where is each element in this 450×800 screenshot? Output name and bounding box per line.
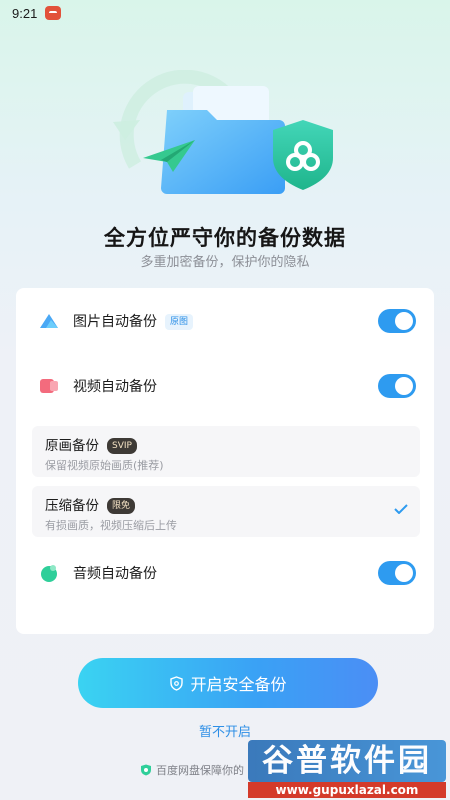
status-bar: 9:21 <box>0 0 450 26</box>
backup-options-card: 图片自动备份 原图 视频自动备份 原画备份 SVIP 保留视频原始画质(推荐) 压缩… <box>16 288 434 634</box>
sync-arrow-icon <box>113 120 140 140</box>
audio-icon <box>41 565 57 582</box>
original-quality-desc: 保留视频原始画质(推荐) <box>45 459 164 472</box>
enable-secure-backup-button[interactable]: 开启安全备份 <box>78 658 378 708</box>
original-quality-option[interactable]: 原画备份 SVIP 保留视频原始画质(推荐) <box>32 426 420 477</box>
shield-lock-icon <box>170 675 184 691</box>
photo-backup-label: 图片自动备份 原图 <box>73 311 194 331</box>
watermark-logo: 谷普软件园 www.gupuxlazal.com <box>248 740 446 798</box>
check-icon <box>394 504 408 514</box>
video-icon <box>40 379 58 393</box>
watermark-brand: 谷普软件园 <box>248 740 446 782</box>
audio-backup-label: 音频自动备份 <box>73 566 157 582</box>
original-quality-text: 原画备份 <box>45 438 99 454</box>
compressed-quality-desc: 有损画质，视频压缩后上传 <box>45 519 177 532</box>
video-backup-label: 视频自动备份 <box>73 379 157 395</box>
free-limited-badge: 限免 <box>107 498 136 514</box>
not-now-link[interactable]: 暂不开启 <box>0 721 450 740</box>
enable-secure-backup-label: 开启安全备份 <box>190 675 287 694</box>
photo-icon <box>40 314 58 328</box>
status-time: 9:21 <box>12 5 38 21</box>
cloud-shield-icon <box>141 764 151 776</box>
compressed-quality-title: 压缩备份 限免 <box>45 494 136 514</box>
photo-backup-toggle[interactable] <box>378 309 416 333</box>
original-quality-title: 原画备份 SVIP <box>45 434 137 454</box>
photo-backup-row[interactable]: 图片自动备份 原图 <box>16 299 434 343</box>
page-title: 全方位严守你的备份数据 <box>104 226 346 250</box>
compressed-quality-text: 压缩备份 <box>45 498 99 514</box>
footer-note-text: 百度网盘保障你的 <box>156 764 244 777</box>
page-subtitle: 多重加密备份，保护你的隐私 <box>140 255 310 270</box>
app-notification-icon <box>45 6 62 20</box>
video-backup-row[interactable]: 视频自动备份 <box>16 364 434 408</box>
video-backup-toggle[interactable] <box>378 374 416 398</box>
svip-badge: SVIP <box>107 438 137 454</box>
secure-folder-illustration <box>113 70 333 194</box>
photo-backup-text: 图片自动备份 <box>73 314 157 330</box>
footer-note: 百度网盘保障你的 <box>140 762 244 778</box>
original-quality-badge: 原图 <box>165 314 194 330</box>
audio-backup-row[interactable]: 音频自动备份 <box>16 551 434 595</box>
audio-backup-toggle[interactable] <box>378 561 416 585</box>
compressed-quality-option[interactable]: 压缩备份 限免 有损画质，视频压缩后上传 <box>32 486 420 537</box>
watermark-url: www.gupuxlazal.com <box>248 782 446 798</box>
